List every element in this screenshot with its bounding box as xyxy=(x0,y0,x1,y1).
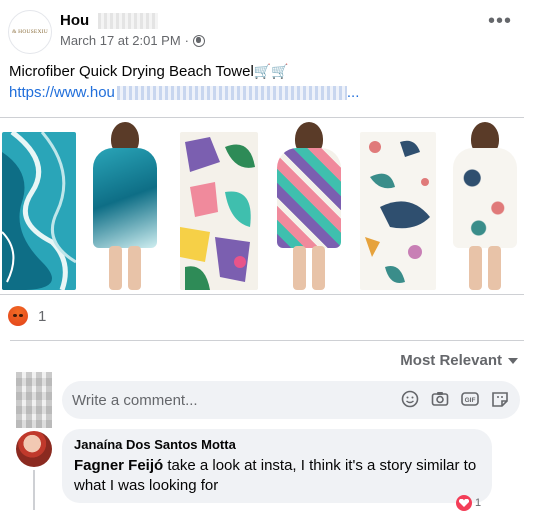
emoji-icon[interactable] xyxy=(400,389,420,409)
model-leg xyxy=(128,246,141,290)
model-leg xyxy=(109,246,122,290)
reply-thread-line xyxy=(33,470,35,510)
comment-text: Fagner Feijó take a look at insta, I thi… xyxy=(74,456,488,496)
comment-author[interactable]: Janaína Dos Santos Motta xyxy=(74,437,236,452)
page-logo-text: & HOUSEXIU xyxy=(12,29,48,35)
commenter-avatar[interactable] xyxy=(16,431,52,467)
page-avatar[interactable]: & HOUSEXIU xyxy=(8,10,52,54)
page-name[interactable]: Hou xyxy=(60,12,89,29)
post-link-redacted xyxy=(116,85,347,100)
sticker-icon[interactable] xyxy=(490,389,510,409)
gif-label: GIF xyxy=(465,397,476,404)
model-sea-life-image[interactable] xyxy=(447,122,523,292)
gif-icon[interactable]: GIF xyxy=(460,389,480,409)
comment-reaction[interactable]: 1 xyxy=(456,495,481,511)
post-header: & HOUSEXIU Hou March 17 at 2:01 PM · ••• xyxy=(0,0,534,62)
model-tropical-leaves-image[interactable] xyxy=(271,122,347,292)
meta-separator: · xyxy=(184,33,190,48)
caret-down-icon xyxy=(508,357,518,364)
post-link-text[interactable]: https://www.hou xyxy=(9,84,115,101)
current-user-avatar xyxy=(16,372,52,428)
shopping-cart-emoji: 🛒🛒 xyxy=(253,63,289,79)
more-options-button[interactable]: ••• xyxy=(488,11,512,31)
comment-sort-dropdown[interactable]: Most Relevant xyxy=(400,352,518,369)
model-towel xyxy=(93,148,157,248)
towel-blue-marble-image[interactable] xyxy=(2,132,76,290)
angry-icon xyxy=(8,306,28,326)
model-leg xyxy=(293,246,306,290)
model-towel xyxy=(453,148,517,248)
comment-bubble: Janaína Dos Santos Motta Fagner Feijó ta… xyxy=(62,429,492,503)
divider xyxy=(0,294,524,295)
page-name-redacted xyxy=(98,13,158,29)
post-caption: Microfiber Quick Drying Beach Towel xyxy=(9,63,254,80)
comment-reaction-count: 1 xyxy=(475,497,482,509)
post-timestamp[interactable]: March 17 at 2:01 PM xyxy=(60,33,181,48)
comment-input-actions: GIF xyxy=(400,389,510,409)
post-link-ellipsis: ... xyxy=(346,84,360,101)
reaction-count[interactable]: 1 xyxy=(38,308,46,325)
model-leg xyxy=(488,246,501,290)
model-leg xyxy=(312,246,325,290)
divider xyxy=(10,340,524,341)
model-leg xyxy=(469,246,482,290)
comment-input[interactable]: Write a comment... GIF xyxy=(62,381,520,419)
love-icon xyxy=(456,495,472,511)
comment-sort-label[interactable]: Most Relevant xyxy=(400,352,502,369)
towel-sea-life-image[interactable] xyxy=(360,132,436,290)
comment-placeholder: Write a comment... xyxy=(72,392,198,409)
comment-mention[interactable]: Fagner Feijó xyxy=(74,457,163,474)
model-towel xyxy=(277,148,341,248)
camera-icon[interactable] xyxy=(430,389,450,409)
towel-tropical-leaves-image[interactable] xyxy=(180,132,258,290)
product-gallery[interactable] xyxy=(0,118,524,294)
reactions-summary[interactable]: 1 xyxy=(8,306,46,326)
post-link[interactable]: https://www.hou ... xyxy=(9,84,359,101)
globe-icon xyxy=(193,34,206,47)
post-meta: March 17 at 2:01 PM · xyxy=(60,33,206,48)
model-blue-marble-image[interactable] xyxy=(87,122,163,292)
post-text: Microfiber Quick Drying Beach Towel🛒🛒 xyxy=(9,63,289,80)
